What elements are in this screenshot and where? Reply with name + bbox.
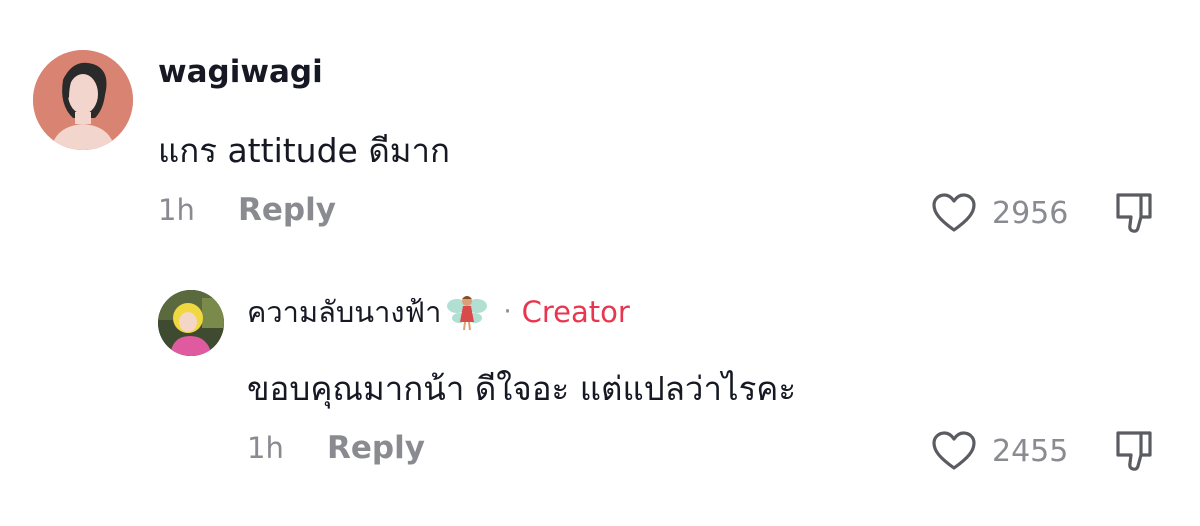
comment-reply-button[interactable]: Reply [238, 192, 336, 228]
avatar-illustration-icon [33, 50, 133, 150]
heart-icon[interactable] [930, 427, 978, 475]
avatar-wagiwagi[interactable] [33, 50, 133, 150]
reply-username[interactable]: ความลับนางฟ้า [247, 289, 441, 335]
reply-header: ความลับนางฟ้า · Creator [247, 292, 630, 332]
reply-text: ขอบคุณมากน้า ดีใจอะ แต่แปลว่าไรคะ [247, 369, 797, 408]
reply-reply-button[interactable]: Reply [327, 430, 425, 466]
separator-dot: · [503, 297, 512, 327]
avatar-creator[interactable] [158, 290, 224, 356]
reply-time: 1h [247, 431, 284, 465]
reply-meta: 1h Reply [247, 430, 425, 466]
comment-like-count: 2956 [992, 195, 1069, 231]
reply-like-group: 2455 [930, 427, 1068, 475]
thumbs-down-icon[interactable] [1110, 427, 1158, 475]
comment-meta: 1h Reply [158, 192, 336, 228]
reply-like-count: 2455 [992, 433, 1069, 469]
comment-time: 1h [158, 193, 195, 227]
fairy-emoji-icon [447, 296, 488, 331]
thumbs-down-icon[interactable] [1110, 189, 1158, 237]
creator-badge: Creator [521, 295, 630, 329]
heart-icon[interactable] [930, 189, 978, 237]
comment-text: แกร attitude ดีมาก [158, 131, 451, 170]
avatar-photo-icon [158, 290, 224, 356]
comment-like-group: 2956 [930, 189, 1068, 237]
comment-username[interactable]: wagiwagi [158, 54, 323, 90]
